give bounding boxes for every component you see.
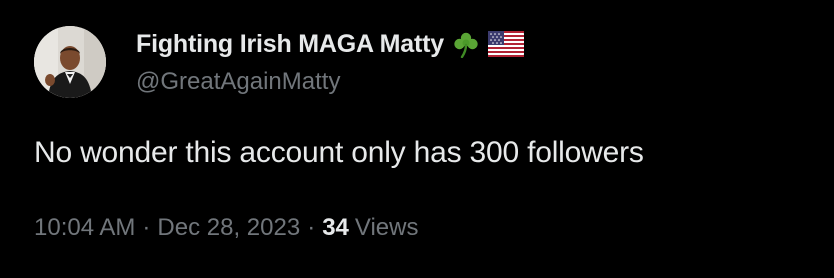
meta-separator: · [307, 214, 316, 241]
tweet-text: No wonder this account only has 300 foll… [34, 136, 644, 169]
views-count[interactable]: 34 [322, 214, 349, 242]
shamrock-icon [452, 30, 480, 59]
author-display-name[interactable]: Fighting Irish MAGA Matty [136, 30, 444, 59]
tweet-date[interactable]: Dec 28, 2023 [157, 214, 300, 242]
avatar[interactable] [34, 26, 106, 98]
views-label: Views [354, 214, 419, 241]
author-name-row: Fighting Irish MAGA Matty [136, 26, 524, 62]
us-flag-icon [487, 31, 524, 57]
tweet-card: Fighting Irish MAGA Matty @GreatAgainMat… [0, 0, 834, 278]
author-handle[interactable]: @GreatAgainMatty [136, 68, 340, 96]
meta-separator: · [142, 214, 151, 241]
tweet-time[interactable]: 10:04 AM [34, 214, 135, 242]
tweet-meta: 10:04 AM · Dec 28, 2023 · 34 Views [34, 214, 418, 242]
